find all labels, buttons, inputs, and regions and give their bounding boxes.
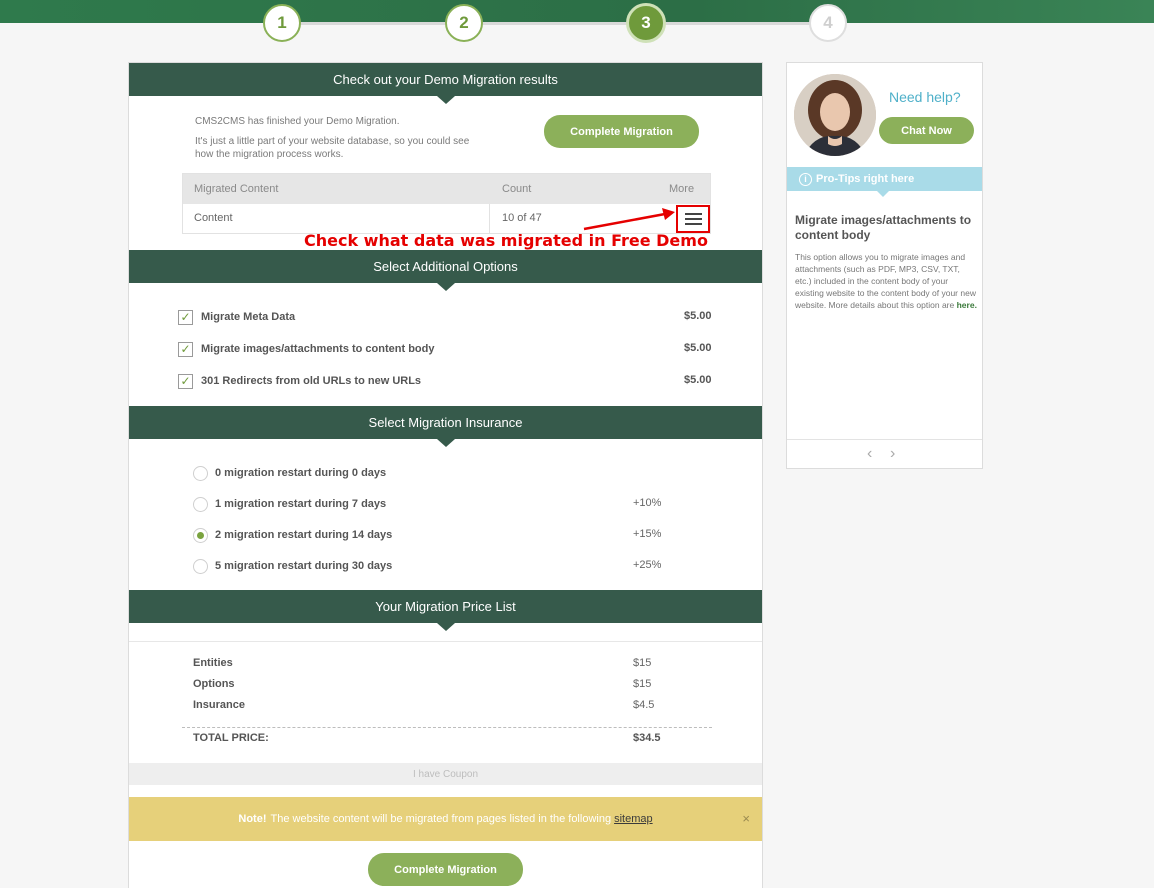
help-panel: Need help? Chat Now i Pro-Tips right her… <box>786 62 983 469</box>
insurance-option-3[interactable]: 5 migration restart during 30 days <box>193 558 392 574</box>
price-list-divider <box>129 641 762 642</box>
price-label: Entities <box>193 657 233 669</box>
coupon-link[interactable]: I have Coupon <box>129 763 762 785</box>
menu-icon-line <box>684 213 702 215</box>
chevron-left-icon[interactable]: ‹ <box>867 445 872 463</box>
insurance-option-0[interactable]: 0 migration restart during 0 days <box>193 465 386 481</box>
option-images-attachments[interactable]: ✓ Migrate images/attachments to content … <box>178 340 434 358</box>
radio-button-selected[interactable] <box>193 527 208 543</box>
price-value: $15 <box>633 657 652 669</box>
price-row-options: Options $15 <box>193 678 663 692</box>
option-label: 301 Redirects from old URLs to new URLs <box>201 375 422 387</box>
price-value: $4.5 <box>633 699 655 711</box>
price-label: Insurance <box>193 699 245 711</box>
insurance-label: 0 migration restart during 0 days <box>215 467 387 479</box>
note-text: The website content will be migrated fro… <box>270 813 612 825</box>
complete-migration-button-top[interactable]: Complete Migration <box>544 115 699 148</box>
options-title: Select Additional Options <box>373 259 518 274</box>
info-icon: i <box>799 172 812 186</box>
complete-migration-button-bottom[interactable]: Complete Migration <box>368 853 523 886</box>
chevron-right-icon[interactable]: › <box>890 445 895 463</box>
demo-finished-text: CMS2CMS has finished your Demo Migration… <box>195 116 400 127</box>
total-price-label: TOTAL PRICE: <box>193 732 269 744</box>
pro-tips-bar: i Pro-Tips right here <box>787 167 982 197</box>
insurance-label: 2 migration restart during 14 days <box>215 529 393 541</box>
checkbox-checked-icon[interactable]: ✓ <box>178 341 193 357</box>
price-list-title: Your Migration Price List <box>375 599 516 614</box>
insurance-header: Select Migration Insurance <box>129 406 762 447</box>
demo-results-header: Check out your Demo Migration results <box>129 63 762 104</box>
insurance-percent: +10% <box>633 497 662 509</box>
note-bold: Note! <box>238 813 267 825</box>
coupon-label: I have Coupon <box>412 768 479 780</box>
row-content: Content <box>194 212 233 224</box>
header-more: More <box>669 183 695 195</box>
step-3[interactable]: 3 <box>626 3 666 43</box>
tip-body: This option allows you to migrate images… <box>795 251 977 311</box>
chat-now-button[interactable]: Chat Now <box>879 117 974 144</box>
checkbox-checked-icon[interactable]: ✓ <box>178 309 193 325</box>
annotation-arrow <box>583 208 675 231</box>
support-avatar <box>794 74 876 156</box>
help-divider <box>787 439 982 440</box>
step-2[interactable]: 2 <box>445 4 483 42</box>
annotation-text: Check what data was migrated in Free Dem… <box>304 231 708 250</box>
options-header: Select Additional Options <box>129 250 762 291</box>
price-label: Options <box>193 678 235 690</box>
header-migrated-content: Migrated Content <box>194 183 279 195</box>
table-divider <box>489 204 490 233</box>
option-price: $5.00 <box>684 342 712 354</box>
tip-body-text: This option allows you to migrate images… <box>795 252 976 310</box>
price-list-header: Your Migration Price List <box>129 590 762 631</box>
migration-card: Check out your Demo Migration results CM… <box>128 62 763 888</box>
pro-tips-label: Pro-Tips right here <box>816 173 915 185</box>
step-4: 4 <box>809 4 847 42</box>
radio-button[interactable] <box>193 496 208 512</box>
sitemap-note: Note! The website content will be migrat… <box>129 797 762 841</box>
insurance-label: 1 migration restart during 7 days <box>215 498 387 510</box>
tip-more-link[interactable]: here. <box>957 300 977 310</box>
radio-dot <box>197 531 204 539</box>
top-banner <box>0 0 1154 23</box>
demo-results-title: Check out your Demo Migration results <box>333 72 558 87</box>
insurance-percent: +15% <box>633 528 662 540</box>
sitemap-link[interactable]: sitemap <box>614 813 653 825</box>
price-value: $15 <box>633 678 652 690</box>
option-label: Migrate Meta Data <box>201 311 296 323</box>
total-price-value: $34.5 <box>633 732 661 744</box>
radio-button[interactable] <box>193 558 208 574</box>
price-row-insurance: Insurance $4.5 <box>193 699 663 713</box>
radio-button[interactable] <box>193 465 208 481</box>
row-count: 10 of 47 <box>502 212 542 224</box>
menu-icon-line <box>684 223 702 225</box>
step-line <box>300 22 830 25</box>
tip-title: Migrate images/attachments to content bo… <box>795 213 972 242</box>
need-help-text: Need help? <box>889 89 961 105</box>
header-count: Count <box>502 183 532 195</box>
option-301-redirects[interactable]: ✓ 301 Redirects from old URLs to new URL… <box>178 372 421 390</box>
close-icon[interactable]: × <box>742 811 750 826</box>
demo-explain-line2: how the migration process works. <box>195 149 344 160</box>
price-dashed-divider <box>182 727 712 728</box>
price-row-entities: Entities $15 <box>193 657 663 671</box>
insurance-percent: +25% <box>633 559 662 571</box>
total-price-row: TOTAL PRICE: $34.5 <box>193 732 663 746</box>
insurance-option-2[interactable]: 2 migration restart during 14 days <box>193 527 392 543</box>
insurance-option-1[interactable]: 1 migration restart during 7 days <box>193 496 386 512</box>
avatar-image <box>794 74 876 156</box>
checkbox-checked-icon[interactable]: ✓ <box>178 373 193 389</box>
demo-explain-line1: It's just a little part of your website … <box>195 136 470 147</box>
menu-icon-line <box>684 218 702 220</box>
option-price: $5.00 <box>684 374 712 386</box>
option-meta-data[interactable]: ✓ Migrate Meta Data <box>178 308 295 326</box>
insurance-title: Select Migration Insurance <box>368 415 523 430</box>
step-1[interactable]: 1 <box>263 4 301 42</box>
more-menu-button[interactable] <box>676 205 710 233</box>
option-price: $5.00 <box>684 310 712 322</box>
insurance-label: 5 migration restart during 30 days <box>215 560 393 572</box>
option-label: Migrate images/attachments to content bo… <box>201 343 435 355</box>
